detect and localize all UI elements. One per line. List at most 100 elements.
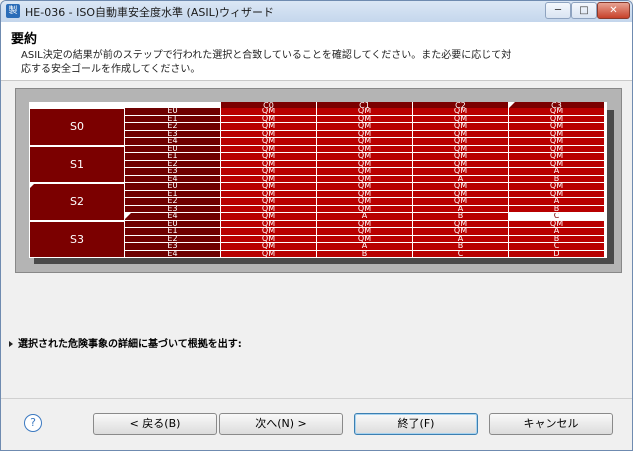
asil-cell[interactable]: QM [413,168,509,176]
asil-cell[interactable]: QM [413,115,509,123]
asil-cell[interactable]: B [509,205,605,213]
asil-cell[interactable]: QM [317,138,413,146]
asil-cell[interactable]: B [509,235,605,243]
asil-cell[interactable]: QM [413,198,509,206]
asil-cell[interactable]: QM [221,243,317,251]
asil-cell[interactable]: QM [509,145,605,153]
asil-cell[interactable]: QM [317,198,413,206]
next-button[interactable]: 次へ(N) > [219,413,343,435]
asil-cell[interactable]: QM [413,145,509,153]
asil-cell[interactable]: QM [221,108,317,116]
expand-arrow-icon [9,341,13,347]
severity-label-s2: S2 [29,183,125,221]
asil-cell[interactable]: QM [413,123,509,131]
asil-cell[interactable]: QM [317,220,413,228]
asil-cell[interactable]: QM [221,213,317,221]
back-button[interactable]: < 戻る(B) [93,413,217,435]
asil-cell[interactable]: A [317,243,413,251]
asil-cell[interactable]: QM [317,228,413,236]
asil-cell[interactable]: QM [221,115,317,123]
asil-cell[interactable]: QM [509,183,605,191]
rationale-expander-label: 選択された危険事象の詳細に基づいて根拠を出す: [18,339,242,350]
asil-cell[interactable]: QM [509,153,605,161]
asil-cell[interactable]: A [413,235,509,243]
asil-cell[interactable]: A [413,175,509,183]
asil-cell[interactable]: QM [221,250,317,258]
close-button[interactable]: ✕ [597,2,630,19]
asil-cell[interactable]: QM [317,160,413,168]
asil-cell[interactable]: QM [413,108,509,116]
asil-cell[interactable]: QM [413,228,509,236]
exposure-label: E3 [125,168,221,176]
exposure-label: E1 [125,153,221,161]
asil-cell[interactable]: QM [221,138,317,146]
cancel-button[interactable]: キャンセル [489,413,613,435]
asil-cell[interactable]: QM [509,115,605,123]
asil-cell[interactable]: QM [509,130,605,138]
asil-cell[interactable]: QM [317,130,413,138]
asil-cell[interactable]: QM [317,153,413,161]
asil-cell-selected[interactable]: C [509,213,605,221]
asil-cell[interactable]: QM [221,175,317,183]
asil-cell[interactable]: QM [221,205,317,213]
asil-cell[interactable]: QM [317,205,413,213]
asil-cell[interactable]: B [317,250,413,258]
title-bar[interactable]: 製 HE-036 - ISO自動車安全度水準 (ASIL)ウィザード ─ □ ✕ [1,1,632,23]
finish-button[interactable]: 終了(F) [354,413,478,435]
asil-cell[interactable]: QM [413,190,509,198]
asil-cell[interactable]: B [413,243,509,251]
asil-cell[interactable]: QM [509,160,605,168]
asil-cell[interactable]: QM [413,130,509,138]
selected-severity-marker [29,183,35,189]
asil-cell[interactable]: QM [221,168,317,176]
asil-cell[interactable]: QM [413,138,509,146]
rationale-expander[interactable]: 選択された危険事象の詳細に基づいて根拠を出す: [9,335,242,350]
asil-cell[interactable]: QM [221,130,317,138]
asil-cell[interactable]: QM [509,123,605,131]
asil-cell[interactable]: QM [509,138,605,146]
asil-cell[interactable]: QM [221,183,317,191]
exposure-label: E4 [125,138,221,146]
asil-cell[interactable]: QM [317,115,413,123]
severity-label-s0: S0 [29,108,125,146]
asil-cell[interactable]: QM [509,190,605,198]
asil-cell[interactable]: A [509,198,605,206]
asil-cell[interactable]: QM [317,108,413,116]
asil-cell[interactable]: QM [221,153,317,161]
asil-cell[interactable]: A [317,213,413,221]
asil-cell[interactable]: QM [317,145,413,153]
asil-cell[interactable]: A [413,205,509,213]
asil-cell[interactable]: QM [221,145,317,153]
maximize-button[interactable]: □ [571,2,597,19]
asil-cell[interactable]: QM [317,190,413,198]
asil-cell[interactable]: B [509,175,605,183]
asil-cell[interactable]: QM [221,123,317,131]
asil-cell[interactable]: QM [317,123,413,131]
asil-cell[interactable]: B [413,213,509,221]
asil-cell[interactable]: QM [221,190,317,198]
asil-cell[interactable]: QM [317,235,413,243]
asil-cell[interactable]: QM [221,220,317,228]
help-icon[interactable]: ? [24,414,42,432]
asil-cell[interactable]: QM [317,183,413,191]
asil-cell[interactable]: QM [317,168,413,176]
asil-cell[interactable]: A [509,168,605,176]
asil-cell[interactable]: C [413,250,509,258]
asil-cell[interactable]: QM [509,220,605,228]
asil-cell[interactable]: QM [509,108,605,116]
asil-cell[interactable]: QM [413,220,509,228]
asil-cell[interactable]: C [509,243,605,251]
minimize-button[interactable]: ─ [545,2,571,19]
asil-cell[interactable]: QM [221,235,317,243]
wizard-header: 要約 ASIL決定の結果が前のステップで行われた選択と合致していることを確認して… [1,22,632,81]
app-icon: 製 [6,4,20,18]
asil-cell[interactable]: D [509,250,605,258]
asil-cell[interactable]: QM [221,228,317,236]
asil-cell[interactable]: QM [413,153,509,161]
asil-cell[interactable]: QM [221,198,317,206]
asil-cell[interactable]: QM [413,160,509,168]
asil-cell[interactable]: QM [317,175,413,183]
asil-cell[interactable]: A [509,228,605,236]
asil-cell[interactable]: QM [413,183,509,191]
asil-cell[interactable]: QM [221,160,317,168]
